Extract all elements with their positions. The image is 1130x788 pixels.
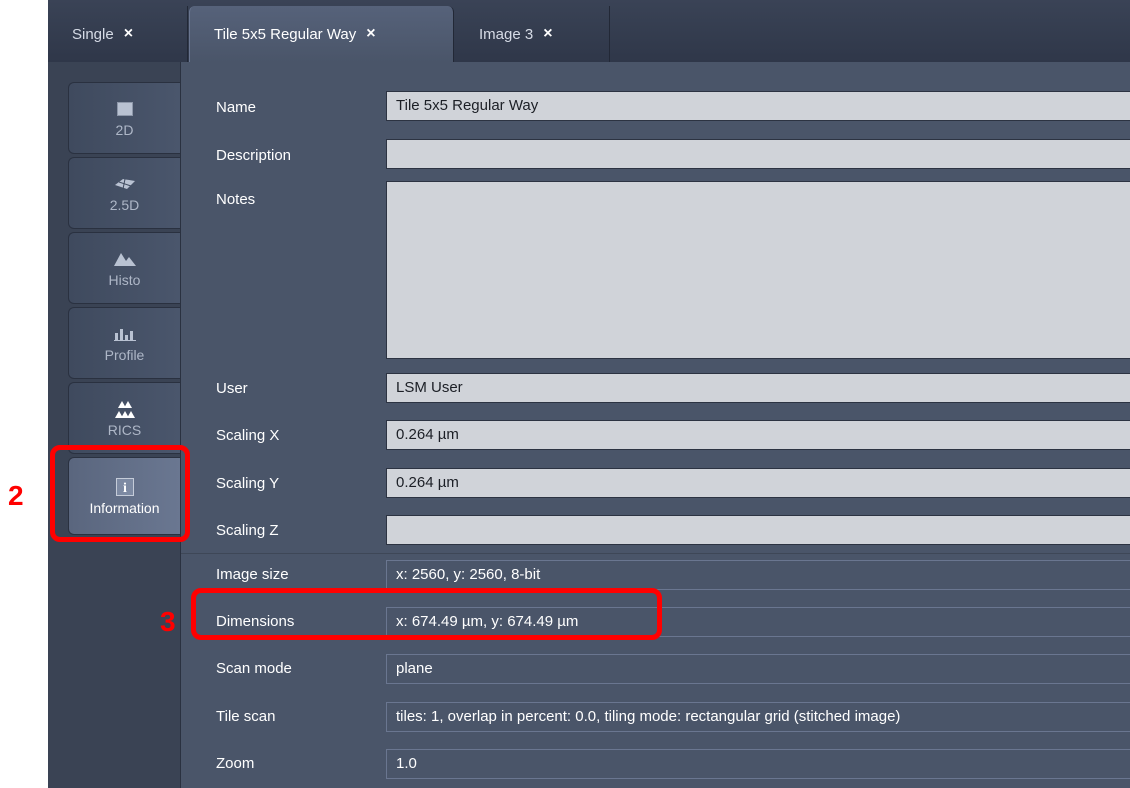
annotation-box-dimensions <box>191 588 662 640</box>
description-label: Description <box>216 147 292 164</box>
scaling-y-label: Scaling Y <box>216 475 280 492</box>
document-tab-bar: Single × Tile 5x5 Regular Way × Image 3 … <box>48 0 1130 63</box>
scan-mode-label: Scan mode <box>216 660 292 677</box>
view-type-sidebar: 2D 2.5D Histo Profile RICS i Information <box>48 62 181 788</box>
tab-image-3[interactable]: Image 3 × <box>455 6 610 62</box>
tab-label: Tile 5x5 Regular Way <box>214 25 357 43</box>
scaling-y-field[interactable]: 0.264 µm <box>386 468 1130 498</box>
tab-tile-5x5-regular-way[interactable]: Tile 5x5 Regular Way × <box>189 6 454 62</box>
name-field[interactable]: Tile 5x5 Regular Way <box>386 91 1130 121</box>
rics-icon <box>113 398 137 420</box>
2d-view-icon <box>113 98 137 120</box>
sidebar-item-histo[interactable]: Histo <box>68 232 180 304</box>
notes-label: Notes <box>216 191 256 208</box>
information-panel: Name Tile 5x5 Regular Way Description No… <box>181 62 1130 788</box>
scaling-x-label: Scaling X <box>216 427 280 444</box>
name-label: Name <box>216 99 257 116</box>
image-viewer-window: Single × Tile 5x5 Regular Way × Image 3 … <box>48 0 1130 788</box>
user-field[interactable]: LSM User <box>386 373 1130 403</box>
profile-icon <box>113 323 137 345</box>
user-label: User <box>216 380 248 397</box>
sidebar-item-label: Profile <box>104 347 145 363</box>
scaling-z-field[interactable] <box>386 515 1130 545</box>
tab-label: Single <box>72 25 114 43</box>
annotation-marker-2: 2 <box>8 480 24 511</box>
annotation-box-information <box>50 445 190 542</box>
tab-label: Image 3 <box>479 25 534 43</box>
tile-scan-value: tiles: 1, overlap in percent: 0.0, tilin… <box>386 702 1130 732</box>
sidebar-item-label: RICS <box>107 422 142 438</box>
zoom-label: Zoom <box>216 755 255 772</box>
sidebar-item-2-5d[interactable]: 2.5D <box>68 157 180 229</box>
image-size-value: x: 2560, y: 2560, 8-bit <box>386 560 1130 590</box>
close-icon[interactable]: × <box>543 25 552 43</box>
annotation-marker-3: 3 <box>160 606 176 637</box>
close-icon[interactable]: × <box>366 25 375 43</box>
sidebar-item-label: Histo <box>108 272 141 288</box>
close-icon[interactable]: × <box>124 25 133 43</box>
description-field[interactable] <box>386 139 1130 169</box>
notes-field[interactable] <box>386 181 1130 359</box>
tab-single[interactable]: Single × <box>48 6 188 62</box>
scaling-z-label: Scaling Z <box>216 522 279 539</box>
zoom-value: 1.0 <box>386 749 1130 779</box>
histogram-icon <box>113 248 137 270</box>
sidebar-item-label: 2D <box>115 122 134 138</box>
image-size-label: Image size <box>216 566 289 583</box>
sidebar-item-rics[interactable]: RICS <box>68 382 180 454</box>
scan-mode-value: plane <box>386 654 1130 684</box>
2-5d-view-icon <box>113 173 137 195</box>
sidebar-item-label: 2.5D <box>109 197 140 213</box>
sidebar-item-profile[interactable]: Profile <box>68 307 180 379</box>
tile-scan-label: Tile scan <box>216 708 276 725</box>
divider <box>181 553 1130 554</box>
scaling-x-field[interactable]: 0.264 µm <box>386 420 1130 450</box>
sidebar-item-2d[interactable]: 2D <box>68 82 180 154</box>
